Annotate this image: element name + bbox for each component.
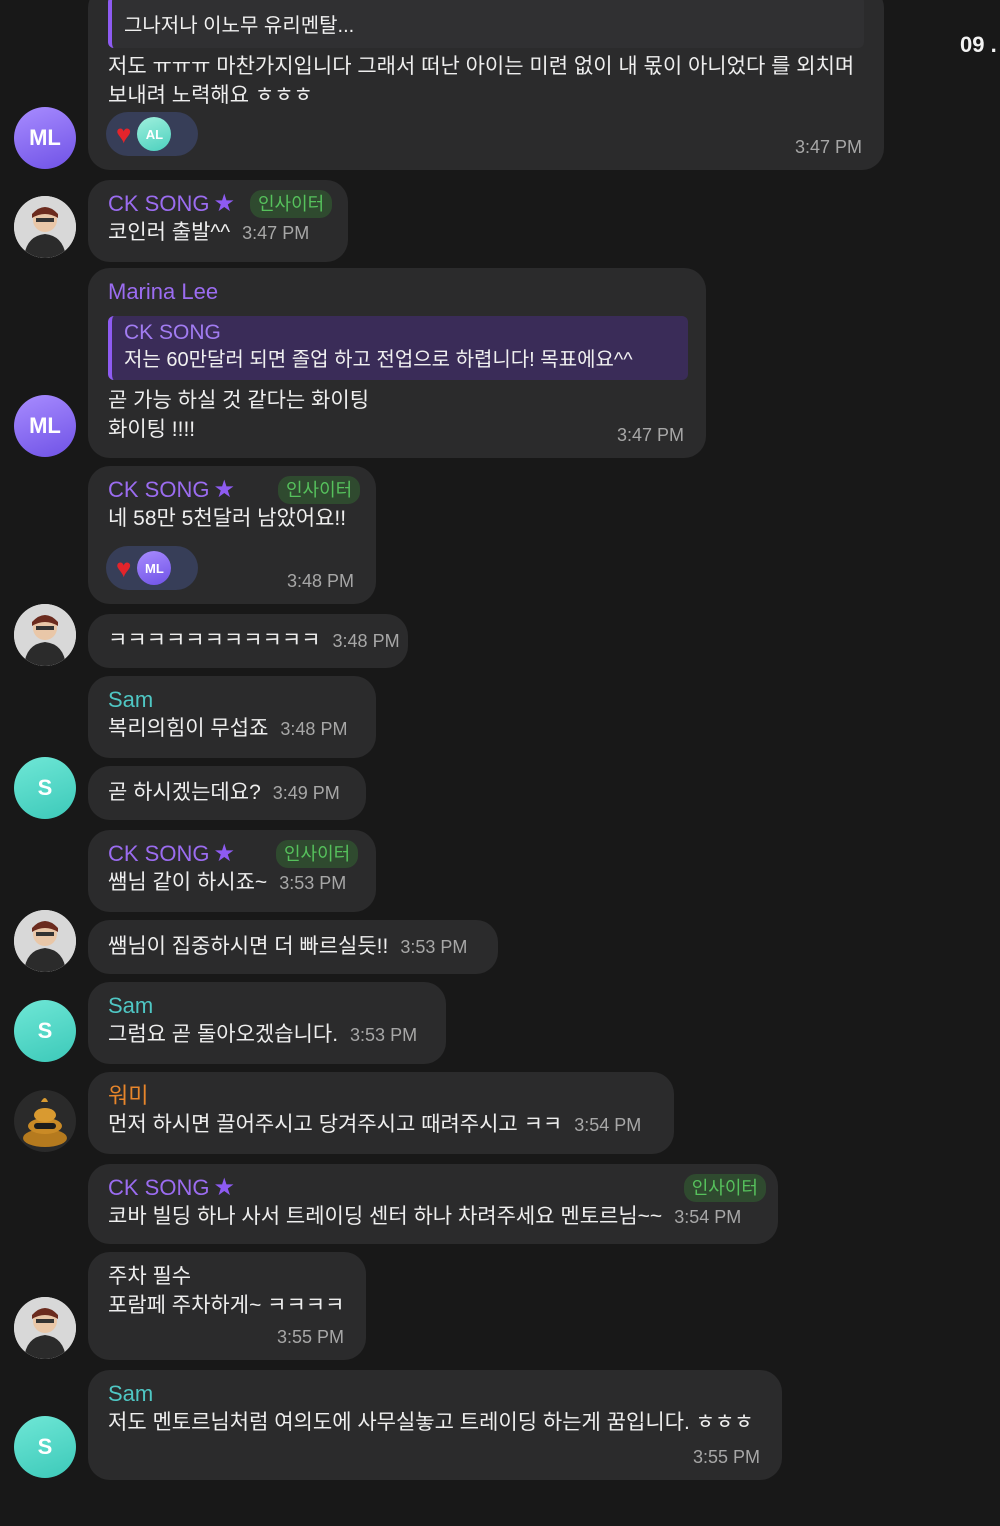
message-text: 그럼요 곧 돌아오겠습니다. 3:53 PM — [108, 1023, 418, 1046]
avatar[interactable]: S — [14, 1416, 76, 1478]
reply-quote[interactable]: 그나저나 이노무 유리멘탈... — [108, 0, 864, 48]
avatar[interactable] — [14, 604, 76, 666]
role-badge: 인사이터 — [276, 840, 359, 868]
sender-name[interactable]: Sam — [108, 992, 426, 1020]
message-bubble[interactable]: 곧 하시겠는데요? 3:49 PM — [88, 766, 366, 820]
message-text: 곧 가능 하실 것 같다는 화이팅 — [108, 389, 370, 412]
avatar[interactable]: ML — [14, 395, 76, 457]
star-icon: ★ — [213, 190, 235, 217]
message-text: 화이팅 !!!! — [108, 418, 196, 441]
role-badge: 인사이터 — [278, 476, 361, 504]
avatar[interactable] — [14, 196, 76, 258]
message-time: 3:47 PM — [242, 223, 310, 243]
reaction-chip[interactable]: ♥ ML — [106, 546, 198, 590]
message-bubble[interactable]: 주차 필수 포람페 주차하게~ ㅋㅋㅋㅋ 3:55 PM — [88, 1252, 366, 1360]
message-text: 저도 멘토르님처럼 여의도에 사무실놓고 트레이딩 하는게 꿈입니다. ㅎㅎㅎ — [108, 1411, 754, 1434]
star-icon: ★ — [213, 840, 235, 867]
message-text: 쌤님이 집중하시면 더 빠르실듯!! 3:53 PM — [108, 935, 468, 958]
quote-sender: CK SONG — [124, 321, 221, 344]
message-text: 쌤님 같이 하시죠~ 3:53 PM — [108, 871, 347, 894]
user-photo-icon — [14, 910, 76, 972]
avatar[interactable] — [14, 910, 76, 972]
message-text: 먼저 하시면 끌어주시고 당겨주시고 때려주시고 ㅋㅋ 3:54 PM — [108, 1113, 642, 1136]
sender-name[interactable]: Sam — [108, 686, 356, 714]
message-bubble[interactable]: 쌤님이 집중하시면 더 빠르실듯!! 3:53 PM — [88, 920, 498, 974]
sender-name[interactable]: Marina Lee — [108, 278, 686, 306]
heart-icon: ♥ — [116, 119, 132, 149]
message-bubble[interactable]: CK SONG ★ 인사이터 코인러 출발^^ 3:47 PM — [88, 180, 348, 262]
message-bubble[interactable]: 그나저나 이노무 유리멘탈... 저도 ㅠㅠㅠ 마찬가지입니다 그래서 떠난 아… — [88, 0, 884, 170]
message-time: 3:48 PM — [332, 631, 400, 651]
quote-text: 그나저나 이노무 유리멘탈... — [124, 15, 355, 37]
sender-name[interactable]: 워미 — [108, 1082, 654, 1110]
avatar[interactable]: ML — [14, 107, 76, 169]
message-time: 3:54 PM — [674, 1207, 742, 1227]
message-time: 3:47 PM — [616, 425, 684, 445]
role-badge: 인사이터 — [683, 1174, 766, 1202]
message-bubble[interactable]: Marina Lee CK SONG 저는 60만달러 되면 졸업 하고 전업으… — [88, 268, 706, 458]
message-bubble[interactable]: Sam 복리의힘이 무섭죠 3:48 PM — [88, 676, 376, 758]
message-bubble[interactable]: Sam 그럼요 곧 돌아오겠습니다. 3:53 PM — [88, 982, 446, 1064]
avatar[interactable] — [14, 1090, 76, 1152]
message-time: 3:53 PM — [279, 873, 347, 893]
message-text: 곧 하시겠는데요? 3:49 PM — [108, 781, 340, 804]
message-bubble[interactable]: 워미 먼저 하시면 끌어주시고 당겨주시고 때려주시고 ㅋㅋ 3:54 PM — [88, 1072, 674, 1154]
reaction-avatar: AL — [137, 117, 172, 151]
reply-quote[interactable]: CK SONG 저는 60만달러 되면 졸업 하고 전업으로 하렵니다! 목표에… — [108, 316, 688, 380]
message-time: 3:48 PM — [286, 571, 354, 591]
message-time: 3:54 PM — [574, 1115, 642, 1135]
message-bubble[interactable]: CK SONG ★ 인사이터 코바 빌딩 하나 사서 트레이딩 센터 하나 차려주… — [88, 1164, 778, 1244]
heart-icon: ♥ — [116, 553, 132, 583]
reaction-avatar: ML — [137, 551, 172, 585]
avatar[interactable] — [14, 1297, 76, 1359]
message-text: 네 58만 5천달러 남았어요!! — [108, 507, 347, 530]
avatar[interactable]: S — [14, 757, 76, 819]
reaction-chip[interactable]: ♥ AL — [106, 112, 198, 156]
message-text: 주차 필수 — [108, 1265, 192, 1288]
message-time: 3:49 PM — [272, 783, 340, 803]
star-icon: ★ — [213, 1174, 235, 1201]
message-bubble[interactable]: Sam 저도 멘토르님처럼 여의도에 사무실놓고 트레이딩 하는게 꿈입니다. … — [88, 1370, 782, 1480]
message-text: 복리의힘이 무섭죠 3:48 PM — [108, 717, 348, 740]
poop-emoji-icon — [23, 1098, 67, 1147]
message-text: 코바 빌딩 하나 사서 트레이딩 센터 하나 차려주세요 멘토르님~~ 3:54 … — [108, 1205, 742, 1228]
message-text: ㅋㅋㅋㅋㅋㅋㅋㅋㅋㅋㅋ 3:48 PM — [108, 629, 400, 652]
sender-name[interactable]: CK SONG ★ — [108, 1174, 758, 1202]
message-time: 3:48 PM — [280, 719, 348, 739]
user-photo-icon — [14, 196, 76, 258]
user-photo-icon — [14, 604, 76, 666]
message-bubble[interactable]: CK SONG ★ 인사이터 네 58만 5천달러 남았어요!! ♥ ML 3:4… — [88, 466, 376, 604]
role-badge: 인사이터 — [250, 190, 333, 218]
message-time: 3:55 PM — [692, 1447, 760, 1467]
quote-text: 저는 60만달러 되면 졸업 하고 전업으로 하렵니다! 목표에요^^ — [124, 349, 633, 371]
message-time: 3:53 PM — [350, 1025, 418, 1045]
message-time: 3:47 PM — [794, 137, 862, 157]
user-photo-icon — [14, 1297, 76, 1359]
message-text: 보내려 노력해요 ㅎㅎㅎ — [108, 84, 313, 107]
message-text: 코인러 출발^^ 3:47 PM — [108, 221, 310, 244]
message-time: 3:55 PM — [276, 1327, 344, 1347]
message-text: 저도 ㅠㅠㅠ 마찬가지입니다 그래서 떠난 아이는 미련 없이 내 몫이 아니었… — [108, 55, 855, 78]
avatar[interactable]: S — [14, 1000, 76, 1062]
message-bubble[interactable]: ㅋㅋㅋㅋㅋㅋㅋㅋㅋㅋㅋ 3:48 PM — [88, 614, 408, 668]
star-icon: ★ — [213, 476, 235, 503]
message-time: 3:53 PM — [400, 937, 468, 957]
message-text: 포람페 주차하게~ ㅋㅋㅋㅋ — [108, 1294, 345, 1317]
message-bubble[interactable]: CK SONG ★ 인사이터 쌤님 같이 하시죠~ 3:53 PM — [88, 830, 376, 912]
date-separator: 09 . — [960, 32, 997, 57]
sender-name[interactable]: Sam — [108, 1380, 762, 1408]
